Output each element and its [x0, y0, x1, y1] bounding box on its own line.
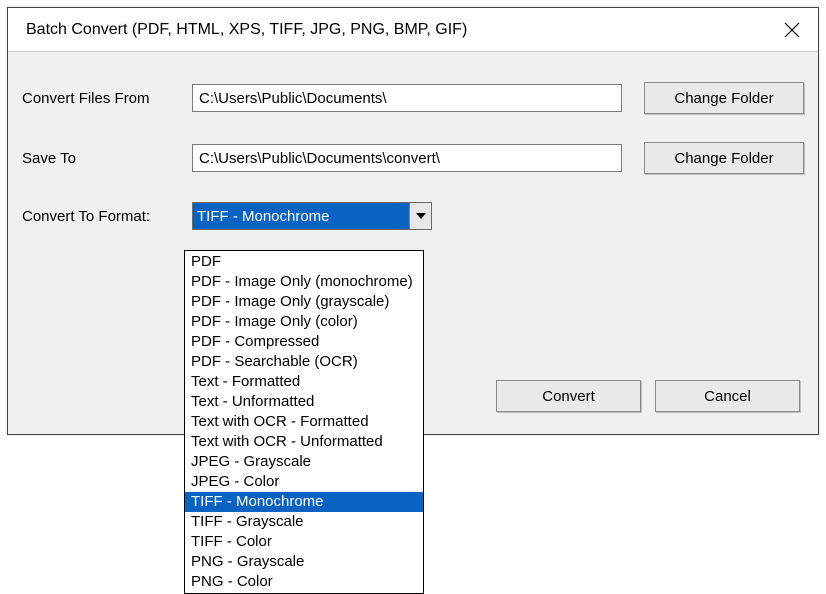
convert-button[interactable]: Convert [496, 380, 641, 412]
label-save-to: Save To [22, 150, 192, 167]
format-option[interactable]: PDF - Image Only (grayscale) [185, 292, 423, 312]
change-folder-from-button[interactable]: Change Folder [644, 82, 804, 114]
format-option[interactable]: TIFF - Color [185, 532, 423, 552]
format-option[interactable]: Text - Formatted [185, 372, 423, 392]
format-option[interactable]: Text with OCR - Formatted [185, 412, 423, 432]
convert-from-input[interactable] [192, 84, 622, 112]
format-combobox[interactable]: TIFF - Monochrome [192, 202, 432, 230]
label-convert-from: Convert Files From [22, 90, 192, 107]
format-selected-value: TIFF - Monochrome [193, 203, 409, 229]
format-option[interactable]: PNG - Grayscale [185, 552, 423, 572]
label-format: Convert To Format: [22, 208, 192, 225]
format-option[interactable]: Text - Unformatted [185, 392, 423, 412]
titlebar: Batch Convert (PDF, HTML, XPS, TIFF, JPG… [8, 8, 818, 52]
format-dropdown-list[interactable]: PDFPDF - Image Only (monochrome)PDF - Im… [184, 250, 424, 594]
row-save-to: Save To Change Folder [22, 142, 804, 174]
change-folder-saveto-button[interactable]: Change Folder [644, 142, 804, 174]
format-option[interactable]: JPEG - Color [185, 472, 423, 492]
format-option[interactable]: JPEG - Grayscale [185, 452, 423, 472]
format-option[interactable]: PNG - Color [185, 572, 423, 592]
row-format: Convert To Format: TIFF - Monochrome [22, 202, 804, 230]
format-option[interactable]: PDF - Image Only (color) [185, 312, 423, 332]
format-option[interactable]: TIFF - Grayscale [185, 512, 423, 532]
format-option[interactable]: PDF - Image Only (monochrome) [185, 272, 423, 292]
cancel-button[interactable]: Cancel [655, 380, 800, 412]
format-option[interactable]: PDF - Searchable (OCR) [185, 352, 423, 372]
format-option[interactable]: PDF - Compressed [185, 332, 423, 352]
format-option[interactable]: TIFF - Monochrome [185, 492, 423, 512]
window: Batch Convert (PDF, HTML, XPS, TIFF, JPG… [0, 0, 826, 583]
format-option[interactable]: PDF [185, 252, 423, 272]
format-combo-wrap: TIFF - Monochrome [192, 202, 432, 230]
dialog-title: Batch Convert (PDF, HTML, XPS, TIFF, JPG… [26, 21, 467, 39]
chevron-down-icon[interactable] [409, 203, 431, 229]
save-to-input[interactable] [192, 144, 622, 172]
format-option[interactable]: Text with OCR - Unformatted [185, 432, 423, 452]
row-convert-from: Convert Files From Change Folder [22, 82, 804, 114]
close-icon[interactable] [784, 22, 800, 38]
